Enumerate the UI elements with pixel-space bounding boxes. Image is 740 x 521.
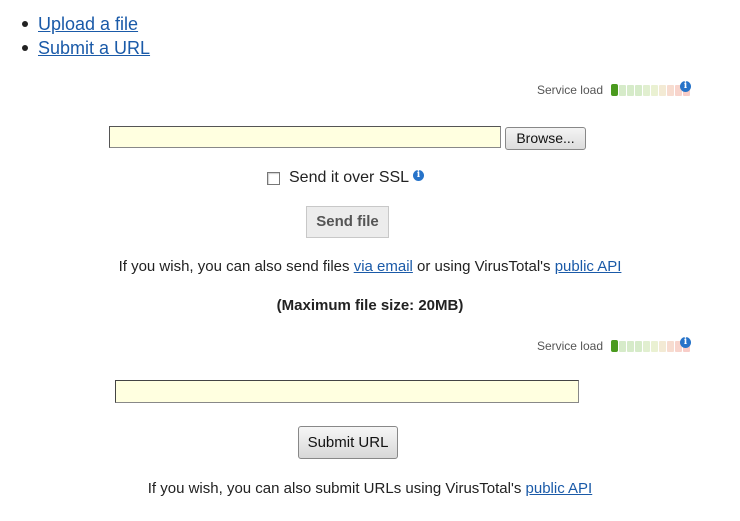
file-path-input[interactable] [109, 126, 501, 148]
alt-text-prefix: If you wish, you can also submit URLs us… [147, 480, 526, 497]
service-load-bar [651, 84, 658, 96]
service-load-bar [667, 84, 674, 96]
service-load-bar [659, 340, 666, 352]
service-load-label: Service load [536, 83, 603, 97]
file-alternatives-text: If you wish, you can also send files via… [0, 258, 740, 275]
ssl-checkbox[interactable] [267, 171, 280, 185]
url-input[interactable] [115, 380, 579, 403]
submit-url-button[interactable]: Submit URL [298, 426, 398, 459]
ssl-option: Send it over SSL [267, 168, 409, 188]
alt-text-middle: or using VirusTotal's [412, 258, 555, 275]
ssl-label: Send it over SSL [289, 169, 410, 186]
service-load-bar [635, 340, 642, 352]
service-load-bar [667, 340, 674, 352]
service-load-meter [611, 340, 690, 352]
service-load-bar [611, 84, 618, 96]
url-service-load: Service load [537, 338, 690, 354]
browse-button[interactable]: Browse... [505, 127, 586, 150]
service-load-bar [643, 84, 650, 96]
bullet-icon [22, 45, 28, 51]
service-load-bar [635, 84, 642, 96]
service-load-bar [619, 84, 626, 96]
alt-text-prefix: If you wish, you can also send files [118, 258, 354, 275]
service-load-bar [627, 84, 634, 96]
url-alternatives-text: If you wish, you can also submit URLs us… [0, 480, 740, 497]
info-icon[interactable]: i [413, 170, 424, 181]
list-item: Submit a URL [22, 36, 150, 60]
service-load-bar [659, 84, 666, 96]
send-file-button[interactable]: Send file [306, 206, 389, 238]
public-api-link[interactable]: public API [555, 258, 622, 275]
service-load-bar [651, 340, 658, 352]
service-load-bar [611, 340, 618, 352]
list-item: Upload a file [22, 12, 150, 36]
file-service-load: Service load [537, 82, 690, 98]
service-load-meter [611, 84, 690, 96]
service-load-bar [627, 340, 634, 352]
via-email-link[interactable]: via email [354, 258, 413, 275]
bullet-icon [22, 21, 28, 27]
service-load-label: Service load [536, 339, 603, 353]
upload-file-link[interactable]: Upload a file [38, 14, 138, 34]
upload-options-list: Upload a file Submit a URL [22, 12, 150, 60]
max-file-size-note: (Maximum file size: 20MB) [276, 297, 464, 314]
service-load-bar [643, 340, 650, 352]
service-load-bar [619, 340, 626, 352]
public-api-link[interactable]: public API [526, 480, 593, 497]
submit-url-link[interactable]: Submit a URL [38, 38, 150, 58]
info-icon[interactable]: i [680, 337, 691, 348]
info-icon[interactable]: i [680, 81, 691, 92]
